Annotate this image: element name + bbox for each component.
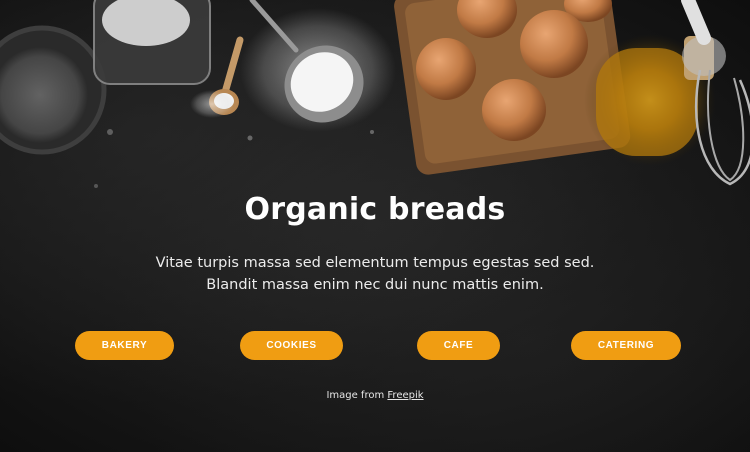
- image-credit-prefix: Image from: [326, 390, 385, 401]
- hero-description-line-1: Vitae turpis massa sed elementum tempus …: [155, 255, 595, 271]
- cookies-button[interactable]: COOKIES: [240, 331, 343, 360]
- catering-button[interactable]: CATERING: [571, 331, 681, 360]
- hero-description-line-2: Blandit massa enim nec dui nunc mattis e…: [206, 277, 544, 293]
- hero-description: Vitae turpis massa sed elementum tempus …: [0, 252, 750, 296]
- page-title: Organic breads: [244, 192, 506, 227]
- freepik-link[interactable]: Freepik: [387, 390, 423, 401]
- bakery-button[interactable]: BAKERY: [75, 331, 174, 360]
- image-credit: Image from Freepik: [0, 390, 750, 401]
- cafe-button[interactable]: CAFE: [417, 331, 500, 360]
- oil-bottle-shape: [596, 48, 698, 156]
- hero-section: Organic breads Vitae turpis massa sed el…: [0, 0, 750, 452]
